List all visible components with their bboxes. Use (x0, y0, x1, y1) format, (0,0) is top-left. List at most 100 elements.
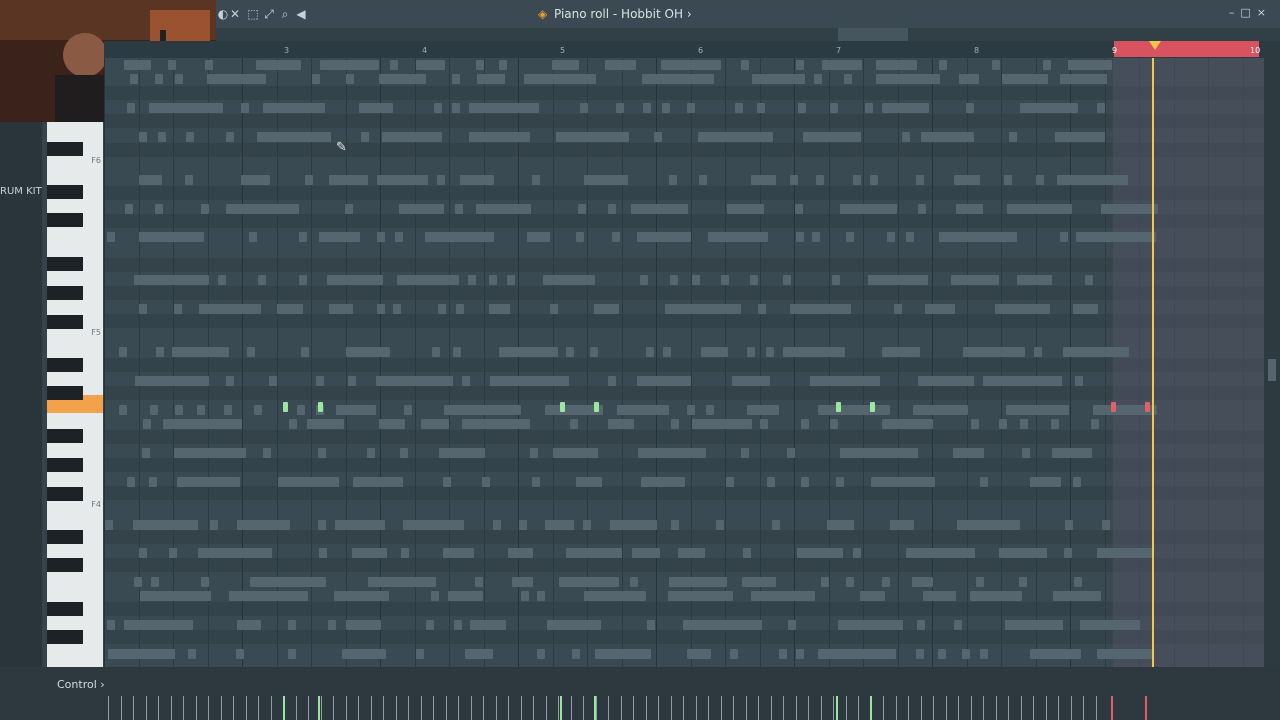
note[interactable] (871, 477, 935, 487)
note[interactable] (758, 304, 766, 314)
note[interactable] (269, 376, 277, 386)
note[interactable] (439, 448, 485, 458)
note[interactable] (916, 175, 924, 185)
note[interactable] (456, 304, 464, 314)
note[interactable] (477, 74, 505, 84)
note[interactable] (329, 304, 353, 314)
note[interactable] (747, 347, 755, 357)
velocity-bar[interactable] (146, 696, 147, 720)
note[interactable] (853, 175, 861, 185)
note[interactable] (404, 405, 412, 415)
note[interactable] (983, 376, 1062, 386)
note[interactable] (747, 405, 779, 415)
velocity-bar[interactable] (833, 696, 834, 720)
note[interactable] (954, 175, 980, 185)
note[interactable] (882, 419, 933, 429)
note[interactable] (1091, 419, 1099, 429)
note[interactable] (751, 591, 815, 601)
black-key[interactable] (47, 257, 83, 271)
note[interactable] (796, 60, 804, 70)
note[interactable] (305, 175, 313, 185)
velocity-bar[interactable] (458, 696, 459, 720)
velocity-bar[interactable] (108, 696, 109, 720)
note[interactable] (299, 232, 307, 242)
note[interactable] (795, 204, 803, 214)
note[interactable] (662, 103, 670, 113)
black-key[interactable] (47, 286, 83, 300)
note[interactable] (336, 405, 376, 415)
note[interactable] (971, 419, 979, 429)
note[interactable] (493, 520, 501, 530)
note[interactable] (913, 405, 968, 415)
note[interactable] (953, 448, 984, 458)
note[interactable] (692, 275, 700, 285)
velocity-bar[interactable] (383, 696, 384, 720)
note[interactable] (766, 347, 774, 357)
note[interactable] (158, 132, 166, 142)
note[interactable] (912, 577, 933, 587)
note[interactable] (803, 132, 861, 142)
note[interactable] (796, 232, 804, 242)
note[interactable] (1060, 74, 1107, 84)
note[interactable] (199, 304, 261, 314)
note[interactable] (174, 304, 182, 314)
note[interactable] (163, 419, 242, 429)
velocity-bar[interactable] (483, 696, 484, 720)
note[interactable] (476, 60, 484, 70)
note[interactable] (1030, 477, 1061, 487)
note[interactable] (499, 347, 558, 357)
black-key[interactable] (47, 602, 83, 616)
velocity-bar[interactable] (1033, 696, 1034, 720)
note[interactable] (1075, 376, 1083, 386)
note[interactable] (726, 477, 734, 487)
note[interactable] (665, 304, 741, 314)
note[interactable] (906, 548, 975, 558)
note[interactable] (368, 577, 436, 587)
selected-velocity-bar[interactable] (560, 696, 562, 720)
note[interactable] (646, 347, 654, 357)
note[interactable] (247, 347, 255, 357)
note[interactable] (139, 232, 204, 242)
note[interactable] (647, 620, 655, 630)
note[interactable] (250, 577, 326, 587)
note[interactable] (537, 591, 545, 601)
note[interactable] (663, 347, 671, 357)
note[interactable] (1052, 448, 1092, 458)
velocity-bar[interactable] (433, 696, 434, 720)
menu-arrow-icon[interactable]: ◈ (538, 7, 547, 21)
note[interactable] (277, 304, 303, 314)
note[interactable] (1036, 175, 1044, 185)
note[interactable] (999, 419, 1007, 429)
note[interactable] (552, 60, 579, 70)
note[interactable] (840, 448, 918, 458)
note[interactable] (431, 591, 439, 601)
note[interactable] (475, 577, 483, 587)
event-editor[interactable]: Control › (0, 667, 1280, 720)
velocity-bar[interactable] (546, 696, 547, 720)
note[interactable] (297, 405, 305, 415)
note[interactable] (692, 419, 752, 429)
velocity-bar[interactable] (1083, 696, 1084, 720)
note[interactable] (1063, 347, 1129, 357)
note[interactable] (361, 132, 369, 142)
note[interactable] (169, 548, 177, 558)
looped-note[interactable] (1111, 402, 1116, 412)
note[interactable] (980, 649, 988, 659)
velocity-bar[interactable] (596, 696, 597, 720)
note[interactable] (741, 448, 749, 458)
velocity-bar[interactable] (521, 696, 522, 720)
note[interactable] (827, 520, 854, 530)
note[interactable] (345, 204, 353, 214)
note[interactable] (584, 591, 646, 601)
note[interactable] (401, 548, 409, 558)
selected-velocity-bar[interactable] (594, 696, 596, 720)
black-key[interactable] (47, 530, 83, 544)
velocity-bar[interactable] (308, 696, 309, 720)
note[interactable] (226, 204, 299, 214)
note[interactable] (550, 304, 558, 314)
note[interactable] (584, 175, 628, 185)
note[interactable] (1019, 577, 1027, 587)
note[interactable] (1064, 548, 1072, 558)
velocity-bar[interactable] (1008, 696, 1009, 720)
note[interactable] (489, 275, 497, 285)
